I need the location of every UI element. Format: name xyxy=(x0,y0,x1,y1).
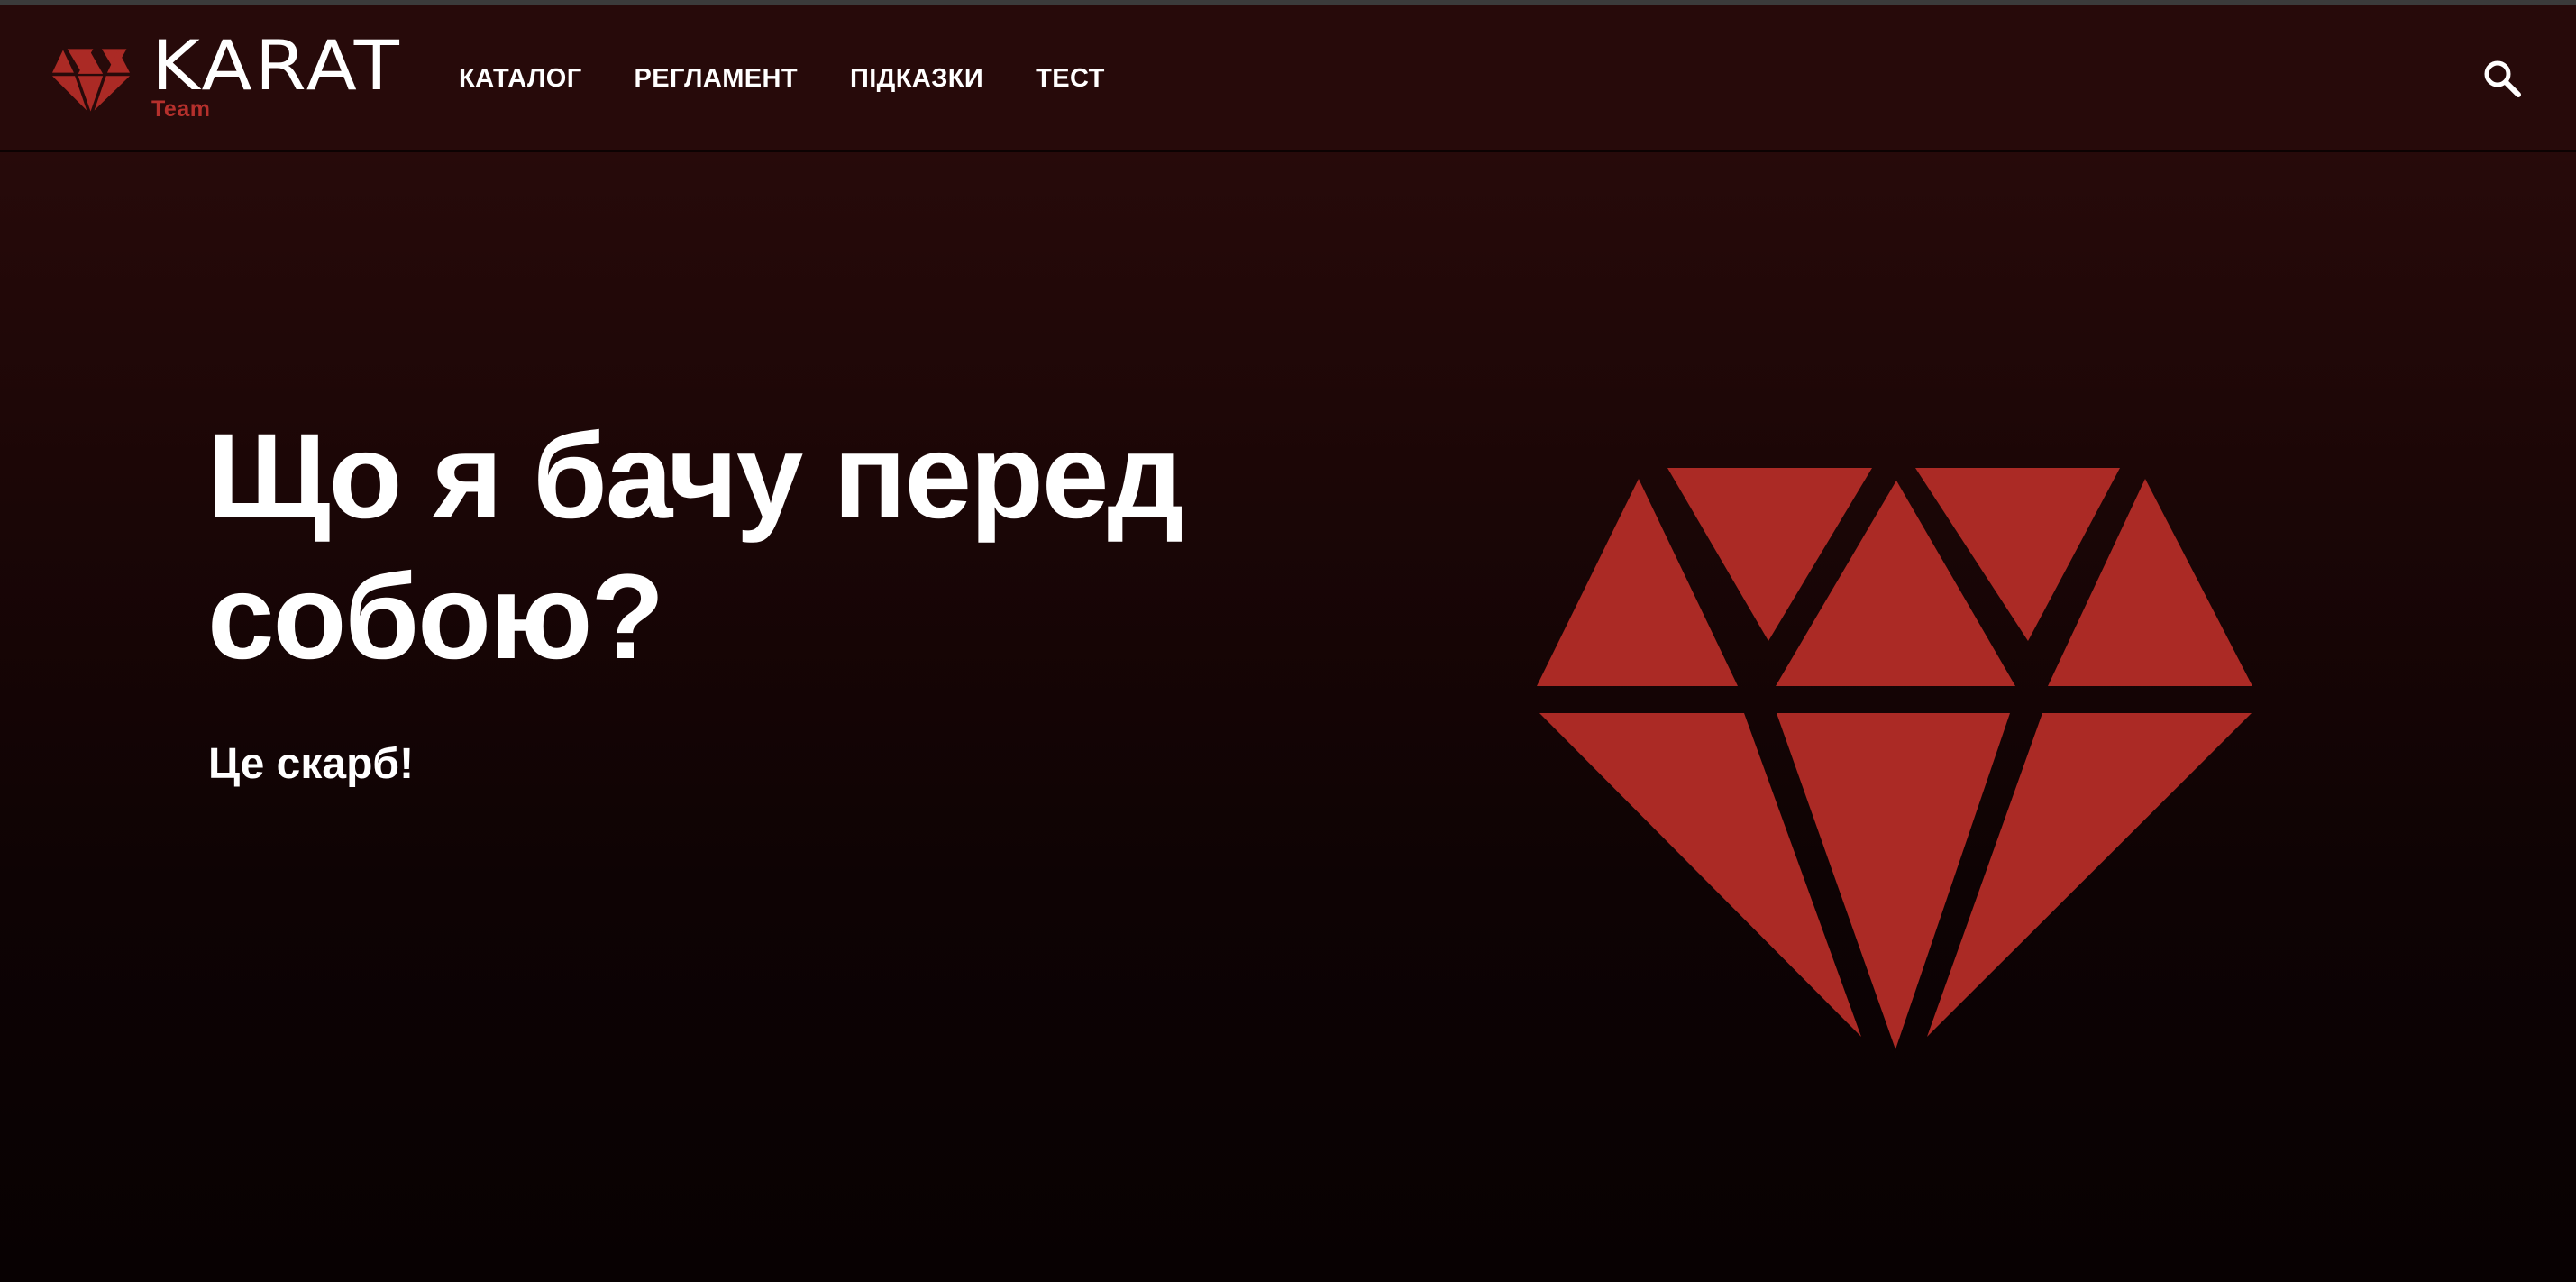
diamond-icon xyxy=(52,49,130,112)
nav-item-regulations[interactable]: РЕГЛАМЕНТ xyxy=(635,64,798,94)
hero-section: Що я бачу перед собою? Це скарб! xyxy=(0,152,2576,1282)
logo-link[interactable]: KARAT Team xyxy=(52,35,404,125)
logo-subtitle: Team xyxy=(151,96,211,122)
site-header: KARAT Team КАТАЛОГ РЕГЛАМЕНТ ПІДКАЗКИ ТЕ… xyxy=(0,5,2576,152)
hero-subtitle: Це скарб! xyxy=(208,740,415,788)
diamond-illustration xyxy=(1537,468,2252,1049)
search-button[interactable] xyxy=(2482,59,2522,98)
hero-title: Що я бачу перед собою? xyxy=(207,409,1183,684)
nav-item-catalog[interactable]: КАТАЛОГ xyxy=(459,64,582,94)
nav-item-test[interactable]: ТЕСТ xyxy=(1036,64,1105,94)
logo-wordmark: KARAT xyxy=(151,35,402,95)
nav-item-tips[interactable]: ПІДКАЗКИ xyxy=(850,64,983,94)
logo-wordmark-text: KARAT xyxy=(151,35,402,95)
search-icon xyxy=(2484,60,2521,97)
main-nav: КАТАЛОГ РЕГЛАМЕНТ ПІДКАЗКИ ТЕСТ xyxy=(459,5,1105,152)
